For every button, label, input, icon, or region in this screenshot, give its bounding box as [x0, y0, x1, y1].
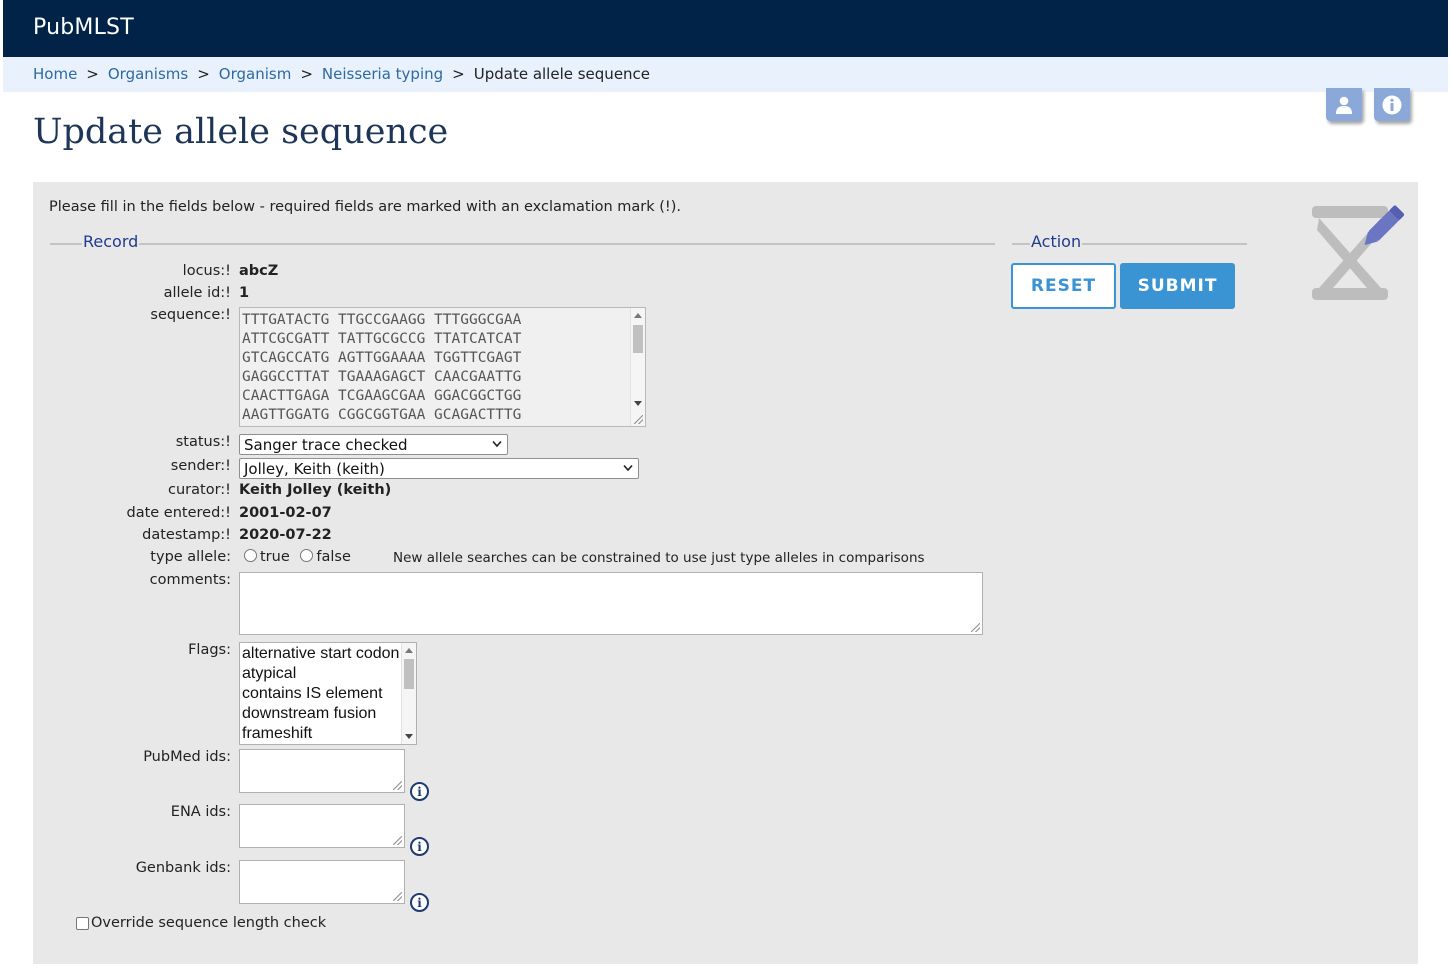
- sequence-line: ATTCGCGATT TATTGCGCCG TTATCATCAT: [242, 331, 522, 347]
- sequence-line: TTTGATACTG TTGCCGAAGG TTTGGGCGAA: [242, 312, 522, 328]
- sequence-line: CAACTTGAGA TCGAAGCGAA GGACGGCTGG: [242, 388, 522, 404]
- scrollbar-thumb[interactable]: [404, 659, 414, 689]
- pubmed-ids-textarea[interactable]: [239, 749, 405, 793]
- status-select[interactable]: Sanger trace checked: [239, 434, 508, 455]
- user-icon: [1336, 96, 1352, 114]
- chevron-down-icon: [492, 440, 502, 448]
- site-brand[interactable]: PubMLST: [33, 15, 134, 40]
- override-length-checkbox[interactable]: [76, 917, 89, 930]
- breadcrumb: Home > Organisms > Organism > Neisseria typing…: [3, 57, 1448, 92]
- type-allele-hint: New allele searches can be constrained t…: [393, 550, 925, 566]
- chevron-down-icon: [623, 464, 633, 472]
- record-fieldset-border: [50, 243, 995, 245]
- pubmed-label: PubMed ids:: [143, 749, 231, 765]
- comments-label: comments:: [149, 572, 231, 588]
- breadcrumb-neisseria-typing[interactable]: Neisseria typing: [322, 65, 443, 83]
- type-allele-label: type allele:: [150, 549, 231, 565]
- record-legend: Record: [82, 232, 140, 251]
- type-allele-true-radio[interactable]: [244, 549, 257, 562]
- sequence-textarea[interactable]: TTTGATACTG TTGCCGAAGG TTTGGGCGAA ATTCGCG…: [239, 307, 646, 427]
- allele-id-value: 1: [239, 285, 250, 301]
- sequence-line: GTCAGCCATG AGTTGGAAAA TGGTTCGAGT: [242, 350, 522, 366]
- update-form-panel: Please fill in the fields below - requir…: [33, 182, 1418, 964]
- flag-option[interactable]: contains IS element: [242, 684, 416, 704]
- info-button[interactable]: [1374, 88, 1410, 121]
- breadcrumb-organism[interactable]: Organism: [219, 65, 292, 83]
- resize-grip-icon[interactable]: [634, 415, 643, 424]
- user-account-button[interactable]: [1326, 88, 1362, 121]
- datestamp-label: datestamp:!: [142, 527, 231, 543]
- sequence-scrollbar[interactable]: [630, 308, 645, 426]
- breadcrumb-home[interactable]: Home: [33, 65, 77, 83]
- breadcrumb-separator: >: [452, 65, 465, 83]
- action-legend: Action: [1030, 232, 1083, 251]
- dna-edit-icon: [1312, 205, 1404, 300]
- sender-select[interactable]: Jolley, Keith (keith): [239, 458, 639, 479]
- flag-option[interactable]: downstream fusion: [242, 704, 416, 724]
- scroll-up-arrow-icon[interactable]: [634, 313, 642, 318]
- ena-info-icon[interactable]: i: [410, 837, 429, 856]
- flag-option[interactable]: atypical: [242, 664, 416, 684]
- top-navbar: PubMLST: [3, 0, 1448, 57]
- datestamp-value: 2020-07-22: [239, 527, 332, 543]
- scroll-down-arrow-icon[interactable]: [634, 401, 642, 406]
- sequence-label: sequence:!: [150, 307, 231, 323]
- curator-value: Keith Jolley (keith): [239, 482, 392, 498]
- locus-label: locus:!: [182, 263, 231, 279]
- flags-label: Flags:: [188, 642, 231, 658]
- info-icon: [1382, 95, 1402, 114]
- flags-scrollbar[interactable]: [401, 643, 416, 744]
- breadcrumb-current: Update allele sequence: [473, 65, 651, 83]
- date-entered-label: date entered:!: [126, 505, 232, 521]
- scroll-down-arrow-icon[interactable]: [405, 734, 413, 739]
- resize-grip-icon[interactable]: [393, 892, 402, 901]
- ena-label: ENA ids:: [170, 804, 231, 820]
- genbank-label: Genbank ids:: [135, 860, 231, 876]
- scroll-up-arrow-icon[interactable]: [405, 648, 413, 653]
- locus-value: abcZ: [239, 263, 279, 279]
- flags-multiselect[interactable]: alternative start codon atypical contain…: [239, 642, 417, 745]
- reset-button[interactable]: RESET: [1011, 263, 1116, 309]
- breadcrumb-separator: >: [197, 65, 210, 83]
- date-entered-value: 2001-02-07: [239, 505, 332, 521]
- scrollbar-thumb[interactable]: [633, 325, 643, 353]
- resize-grip-icon[interactable]: [971, 623, 980, 632]
- genbank-info-icon[interactable]: i: [410, 893, 429, 912]
- status-selected-value: Sanger trace checked: [244, 436, 408, 454]
- comments-textarea[interactable]: [239, 572, 983, 635]
- pubmed-info-icon[interactable]: i: [410, 782, 429, 801]
- type-allele-true-label[interactable]: true: [260, 549, 290, 565]
- type-allele-false-label[interactable]: false: [316, 549, 351, 565]
- breadcrumb-separator: >: [86, 65, 99, 83]
- form-intro: Please fill in the fields below - requir…: [49, 199, 681, 215]
- curator-label: curator:!: [168, 482, 231, 498]
- type-allele-radio-group: true false: [244, 549, 351, 565]
- breadcrumb-organisms[interactable]: Organisms: [108, 65, 188, 83]
- flag-option[interactable]: alternative start codon: [242, 644, 416, 664]
- submit-button[interactable]: SUBMIT: [1120, 263, 1235, 309]
- breadcrumb-separator: >: [300, 65, 313, 83]
- genbank-ids-textarea[interactable]: [239, 860, 405, 904]
- sequence-line: AAGTTGGATG CGGCGGTGAA GCAGACTTTG: [242, 407, 522, 423]
- sequence-line: GAGGCCTTAT TGAAAGAGCT CAACGAATTG: [242, 369, 522, 385]
- sender-selected-value: Jolley, Keith (keith): [244, 460, 385, 478]
- sender-label: sender:!: [170, 458, 231, 474]
- page-title: Update allele sequence: [33, 112, 449, 152]
- status-label: status:!: [175, 434, 231, 450]
- allele-id-label: allele id:!: [163, 285, 231, 301]
- resize-grip-icon[interactable]: [393, 781, 402, 790]
- ena-ids-textarea[interactable]: [239, 804, 405, 848]
- override-length-label[interactable]: Override sequence length check: [91, 915, 326, 931]
- type-allele-false-radio[interactable]: [300, 549, 314, 562]
- flag-option[interactable]: frameshift: [242, 724, 416, 744]
- resize-grip-icon[interactable]: [393, 836, 402, 845]
